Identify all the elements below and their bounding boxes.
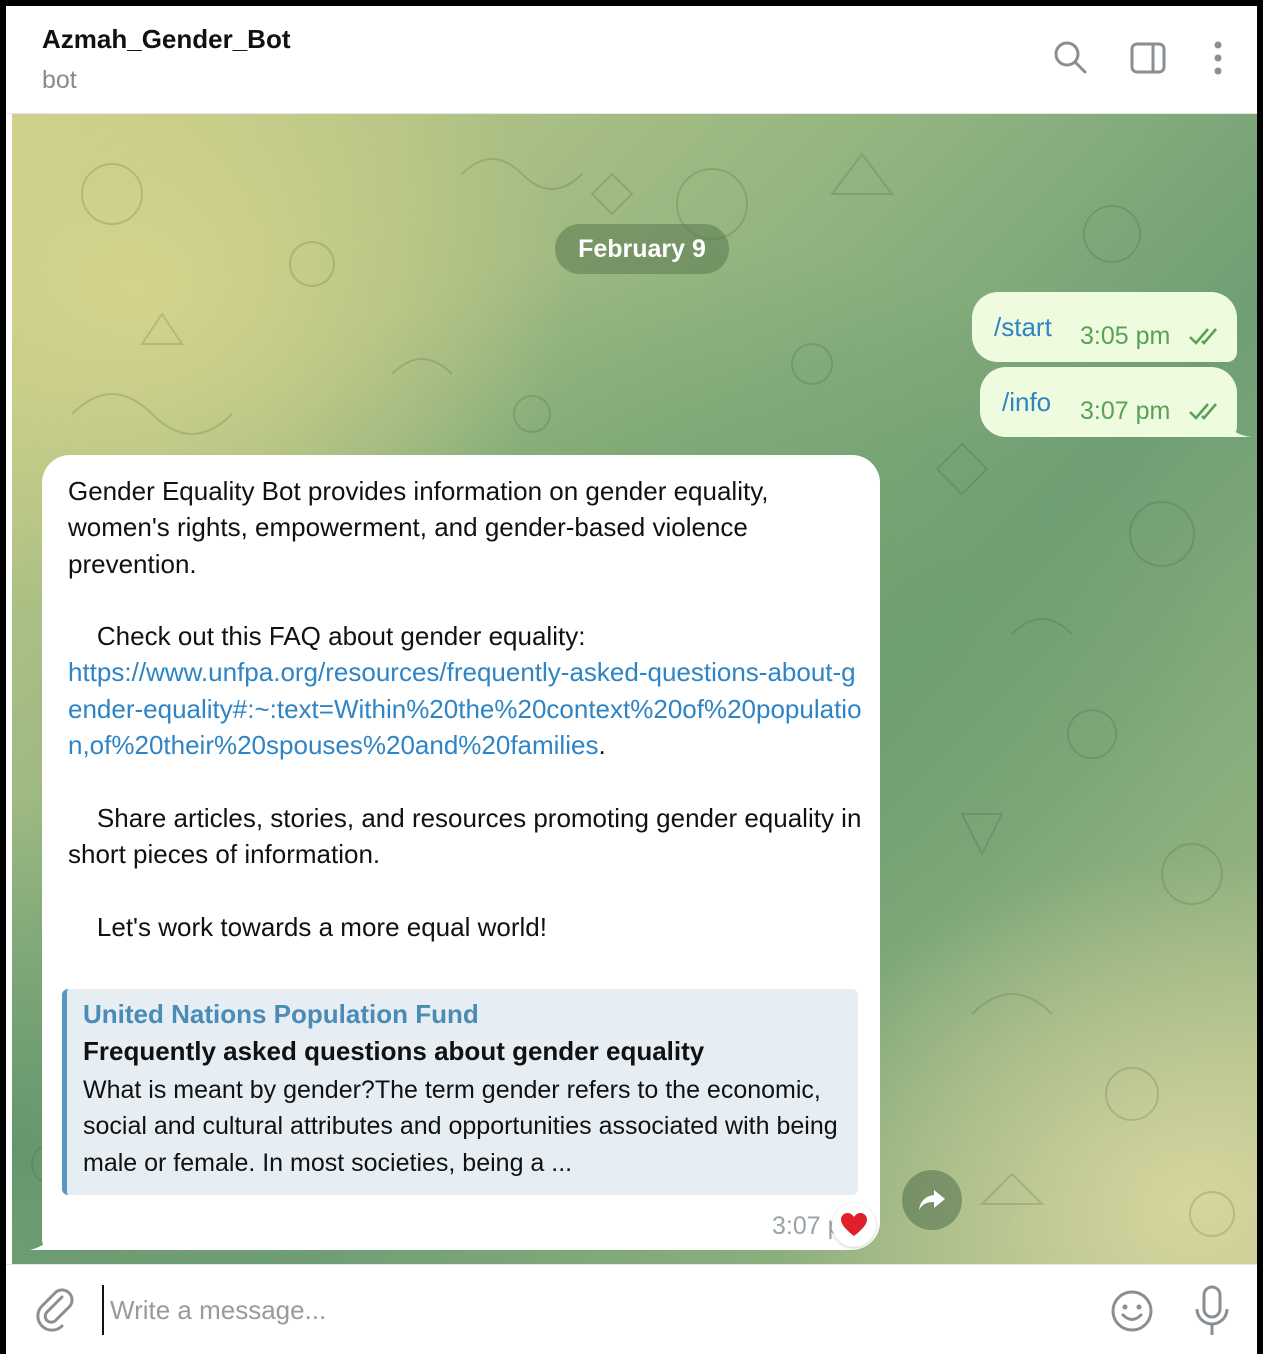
search-icon[interactable] — [1048, 36, 1092, 80]
outgoing-message[interactable]: /info 3:07 pm — [980, 367, 1237, 437]
heart-icon — [841, 1213, 867, 1236]
preview-site-name: United Nations Population Fund — [83, 999, 479, 1029]
message-composer — [6, 1264, 1257, 1354]
sidebar-toggle-icon[interactable] — [1126, 36, 1170, 80]
forward-arrow-icon — [919, 1190, 945, 1210]
message-text: Gender Equality Bot provides information… — [68, 473, 868, 945]
command-link[interactable]: /start — [994, 312, 1052, 343]
paperclip-icon[interactable] — [32, 1287, 80, 1335]
forward-button[interactable] — [902, 1170, 962, 1230]
double-check-icon — [1189, 328, 1217, 345]
link-preview[interactable]: United Nations Population Fund Frequentl… — [62, 989, 858, 1195]
microphone-icon[interactable] — [1192, 1283, 1232, 1339]
chat-window: Azmah_Gender_Bot bot February 9 /start 3… — [6, 6, 1257, 1354]
incoming-message[interactable]: Gender Equality Bot provides information… — [42, 455, 880, 1250]
preview-title: Frequently asked questions about gender … — [83, 1036, 705, 1066]
message-time: 3:07 pm — [1080, 397, 1171, 425]
date-divider: February 9 — [555, 224, 729, 274]
double-check-icon — [1189, 403, 1217, 420]
closing-text: Let's work towards a more equal world! — [68, 911, 547, 942]
preview-description: What is meant by gender?The term gender … — [83, 1076, 838, 1177]
share-text: Share articles, stories, and resources p… — [68, 802, 869, 869]
message-time: 3:05 pm — [1080, 322, 1171, 350]
command-link[interactable]: /info — [1002, 387, 1051, 418]
more-vertical-icon[interactable] — [1196, 36, 1240, 80]
message-input[interactable] — [102, 1285, 1082, 1335]
app-frame: Azmah_Gender_Bot bot February 9 /start 3… — [0, 0, 1263, 1354]
link-suffix: . — [598, 730, 606, 761]
chat-title[interactable]: Azmah_Gender_Bot — [42, 24, 291, 55]
chat-header: Azmah_Gender_Bot bot — [6, 6, 1257, 114]
faq-link[interactable]: https://www.unfpa.org/resources/frequent… — [68, 657, 862, 760]
outgoing-message[interactable]: /start 3:05 pm — [972, 292, 1237, 362]
emoji-icon[interactable] — [1108, 1287, 1156, 1335]
message-intro: Gender Equality Bot provides information… — [68, 476, 776, 579]
bubble-tail — [1224, 417, 1252, 437]
faq-prompt: Check out this FAQ about gender equality… — [68, 621, 586, 652]
chat-subtitle: bot — [42, 66, 77, 94]
chat-area[interactable]: February 9 /start 3:05 pm /info 3:07 pm — [12, 114, 1257, 1264]
heart-reaction[interactable] — [832, 1203, 876, 1247]
